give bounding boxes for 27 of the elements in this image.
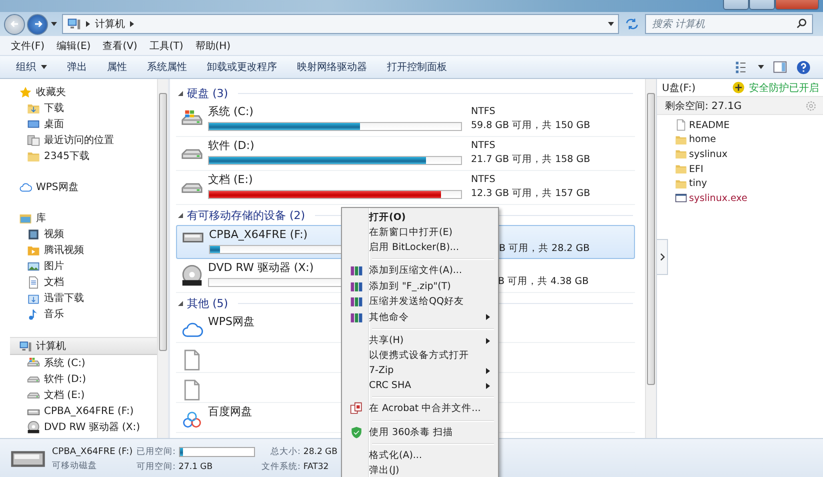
- free-space: 21.7 GB 可用，共 158 GB: [471, 153, 590, 167]
- drive-title: U盘(F:): [662, 82, 696, 94]
- item-name: 文档 (E:): [208, 173, 253, 187]
- drive-type: 可移动磁盘: [52, 460, 97, 472]
- file-system-label: 文件系统:: [262, 460, 300, 472]
- file-system: FAT32: [303, 462, 330, 472]
- file-system: NTFS: [471, 173, 496, 187]
- total-size-label: 总大小:: [270, 446, 300, 458]
- drive-name: CPBA_X64FRE (F:): [52, 446, 133, 456]
- item-name: 百度网盘: [208, 405, 252, 419]
- free-space-label: 剩余空间: 27.1G: [665, 100, 742, 112]
- total-size: 28.2 GB: [303, 446, 338, 456]
- free-space: B 可用，共 28.2 GB: [499, 242, 590, 256]
- free-space: 27.1 GB: [178, 462, 214, 472]
- item-name: 系统 (C:): [208, 105, 254, 119]
- item-name: 软件 (D:): [208, 139, 254, 153]
- item-name: WPS网盘: [208, 315, 254, 329]
- file-system: NTFS: [471, 105, 496, 119]
- free-space: 59.8 GB 可用，共 150 GB: [471, 119, 590, 133]
- item-name: CPBA_X64FRE (F:): [209, 228, 308, 242]
- file-system: NTFS: [471, 139, 496, 153]
- protection-status: 安全防护已开启: [749, 82, 820, 94]
- free-space-label: 可用空间:: [136, 460, 176, 472]
- used-space-label: 已用空间:: [136, 446, 176, 458]
- item-name: DVD RW 驱动器 (X:): [208, 261, 314, 275]
- free-space: B 可用，共 4.38 GB: [498, 275, 589, 289]
- free-space: 12.3 GB 可用，共 157 GB: [471, 187, 590, 201]
